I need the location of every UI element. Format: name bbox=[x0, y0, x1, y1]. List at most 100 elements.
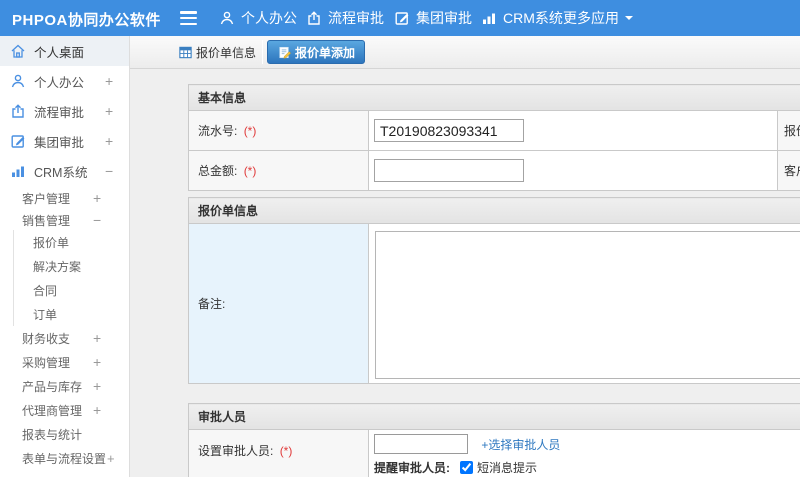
sidebar-item-label: 代理商管理 bbox=[22, 403, 83, 418]
tab-quotation-info[interactable]: 报价单信息 bbox=[172, 40, 264, 64]
app-title: PHPOA协同办公软件 bbox=[12, 12, 161, 29]
sidebar-item-customer-mgmt[interactable]: 客户管理 + bbox=[0, 186, 129, 210]
serial-number-input[interactable] bbox=[374, 119, 524, 142]
user-icon bbox=[220, 11, 234, 25]
sidebar-item-label: 个人办公 bbox=[34, 75, 85, 90]
section-title: 基本信息 bbox=[188, 84, 800, 111]
expand-plus-icon[interactable]: + bbox=[93, 330, 101, 346]
collapse-minus-icon[interactable]: − bbox=[105, 163, 113, 179]
home-icon bbox=[11, 44, 25, 58]
sms-remind-label: 短消息提示 bbox=[477, 461, 538, 475]
expand-plus-icon[interactable]: + bbox=[93, 190, 101, 206]
sidebar-item-contract[interactable]: 合同 bbox=[14, 278, 129, 302]
topmenu-label: 流程审批 bbox=[328, 10, 384, 26]
top-navbar: PHPOA协同办公软件 个人办公 流程审批 集团审批 CRM系统 更多应用 bbox=[0, 0, 800, 36]
sidebar-item-label: 客户管理 bbox=[22, 191, 71, 206]
table-row: 流水号: (*) 报价 bbox=[188, 110, 800, 151]
remind-approver-label: 提醒审批人员: bbox=[374, 461, 450, 475]
tab-label: 报价单信息 bbox=[196, 45, 257, 60]
sidebar-item-product-inventory[interactable]: 产品与库存 + bbox=[0, 374, 129, 398]
sidebar-item-label: 个人桌面 bbox=[34, 45, 85, 60]
total-amount-input[interactable] bbox=[374, 159, 524, 182]
sidebar-item-workflow-approval[interactable]: 流程审批 + bbox=[0, 96, 129, 126]
table-row: 总金额: (*) 客户 bbox=[188, 150, 800, 191]
sidebar-item-form-workflow-settings[interactable]: 表单与流程设置 + bbox=[0, 446, 129, 470]
expand-plus-icon[interactable]: + bbox=[93, 402, 101, 418]
sidebar-item-label: 销售管理 bbox=[22, 213, 71, 228]
sidebar-item-personal-desktop[interactable]: 个人桌面 bbox=[0, 36, 129, 66]
section-quotation-info: 报价单信息 备注: bbox=[188, 197, 800, 384]
expand-plus-icon[interactable]: + bbox=[93, 378, 101, 394]
topmenu-label: 个人办公 bbox=[241, 10, 297, 26]
sidebar-item-personal-office[interactable]: 个人办公 + bbox=[0, 66, 129, 96]
sidebar-item-agent-mgmt[interactable]: 代理商管理 + bbox=[0, 398, 129, 422]
sidebar-item-group-approval[interactable]: 集团审批 + bbox=[0, 126, 129, 156]
required-marker: (*) bbox=[243, 124, 257, 138]
sidebar: 个人桌面 个人办公 + 流程审批 + 集团审批 + CRM系统 − 客户管理 +… bbox=[0, 36, 130, 477]
sidebar-item-crm-system[interactable]: CRM系统 − bbox=[0, 156, 129, 186]
required-marker: (*) bbox=[243, 164, 257, 178]
sidebar-item-label: 报表与统计 bbox=[22, 427, 83, 442]
sidebar-item-label: 合同 bbox=[33, 283, 58, 298]
expand-plus-icon[interactable]: + bbox=[105, 73, 113, 89]
sidebar-item-sales-mgmt[interactable]: 销售管理 − bbox=[0, 210, 129, 230]
tab-quotation-add[interactable]: 报价单添加 bbox=[267, 40, 366, 64]
required-marker: (*) bbox=[279, 444, 293, 458]
topmenu-crm-system[interactable]: CRM系统 bbox=[481, 0, 563, 36]
set-approver-label: 设置审批人员: (*) bbox=[188, 429, 369, 477]
memo-label: 备注: bbox=[188, 223, 369, 384]
table-row: 设置审批人员: (*) +选择审批人员 提醒审批人员: 短消息提示 注：流程第一… bbox=[188, 429, 800, 477]
section-title: 报价单信息 bbox=[188, 197, 800, 224]
total-amount-label: 总金额: (*) bbox=[188, 150, 369, 191]
workflow-icon bbox=[12, 104, 24, 118]
sidebar-item-finance[interactable]: 财务收支 + bbox=[0, 326, 129, 350]
expand-plus-icon[interactable]: + bbox=[105, 103, 113, 119]
sidebar-item-quotation[interactable]: 报价单 bbox=[14, 230, 129, 254]
workflow-icon bbox=[308, 11, 320, 25]
sidebar-item-label: 集团审批 bbox=[34, 135, 85, 150]
sms-remind-checkbox[interactable] bbox=[460, 461, 473, 474]
sidebar-item-label: 解决方案 bbox=[33, 259, 82, 274]
serial-number-label: 流水号: (*) bbox=[188, 110, 369, 151]
topmenu-group-approval[interactable]: 集团审批 bbox=[394, 0, 472, 36]
sidebar-item-label: 流程审批 bbox=[34, 105, 85, 120]
sidebar-item-label: 财务收支 bbox=[22, 331, 71, 346]
approver-picker-line: +选择审批人员 bbox=[374, 434, 800, 454]
sidebar-item-purchase-mgmt[interactable]: 采购管理 + bbox=[0, 350, 129, 374]
memo-textarea[interactable] bbox=[375, 230, 800, 379]
expand-plus-icon[interactable]: + bbox=[93, 354, 101, 370]
approver-input[interactable] bbox=[374, 434, 468, 454]
section-approvers: 审批人员 设置审批人员: (*) +选择审批人员 提醒审批人员: 短消息提示 bbox=[188, 403, 800, 477]
sidebar-item-label: CRM系统 bbox=[34, 165, 88, 180]
topmenu-personal-office[interactable]: 个人办公 bbox=[219, 0, 297, 36]
sidebar-item-label: 订单 bbox=[33, 307, 58, 322]
tab-bar: 报价单信息 报价单添加 bbox=[130, 36, 800, 69]
sidebar-item-label: 产品与库存 bbox=[22, 379, 83, 394]
sidebar-item-order[interactable]: 订单 bbox=[14, 302, 129, 326]
user-icon bbox=[11, 74, 25, 88]
section-basic-info: 基本信息 流水号: (*) 报价 总金额: (*) 客户 bbox=[188, 84, 800, 191]
hamburger-menu-icon[interactable] bbox=[180, 11, 197, 25]
customer-label-clipped: 客户 bbox=[777, 150, 800, 191]
bar-chart-icon bbox=[483, 13, 495, 24]
main-content: 报价单信息 报价单添加 基本信息 流水号: (*) 报价 bbox=[130, 36, 800, 477]
tab-label: 报价单添加 bbox=[295, 45, 356, 60]
select-approver-link[interactable]: +选择审批人员 bbox=[481, 438, 560, 452]
sidebar-item-reports-stats[interactable]: 报表与统计 bbox=[0, 422, 129, 446]
topmenu-label: 更多应用 bbox=[563, 10, 619, 26]
topmenu-more-apps[interactable]: 更多应用 bbox=[563, 0, 633, 36]
caret-down-icon bbox=[625, 16, 633, 24]
bar-chart-icon bbox=[12, 166, 24, 177]
sidebar-item-label: 表单与流程设置 bbox=[22, 451, 107, 466]
expand-plus-icon[interactable]: + bbox=[105, 133, 113, 149]
sidebar-item-solution[interactable]: 解决方案 bbox=[14, 254, 129, 278]
table-icon bbox=[179, 46, 192, 58]
sidebar-item-label: 报价单 bbox=[33, 235, 70, 250]
collapse-minus-icon[interactable]: − bbox=[93, 212, 101, 228]
expand-plus-icon[interactable]: + bbox=[107, 451, 115, 466]
topmenu-workflow-approval[interactable]: 流程审批 bbox=[306, 0, 384, 36]
sidebar-item-label: 采购管理 bbox=[22, 355, 71, 370]
edit-icon bbox=[11, 135, 25, 148]
quotation-form: 基本信息 流水号: (*) 报价 总金额: (*) 客户 bbox=[130, 69, 800, 477]
sales-submenu: 报价单 解决方案 合同 订单 bbox=[13, 230, 129, 326]
